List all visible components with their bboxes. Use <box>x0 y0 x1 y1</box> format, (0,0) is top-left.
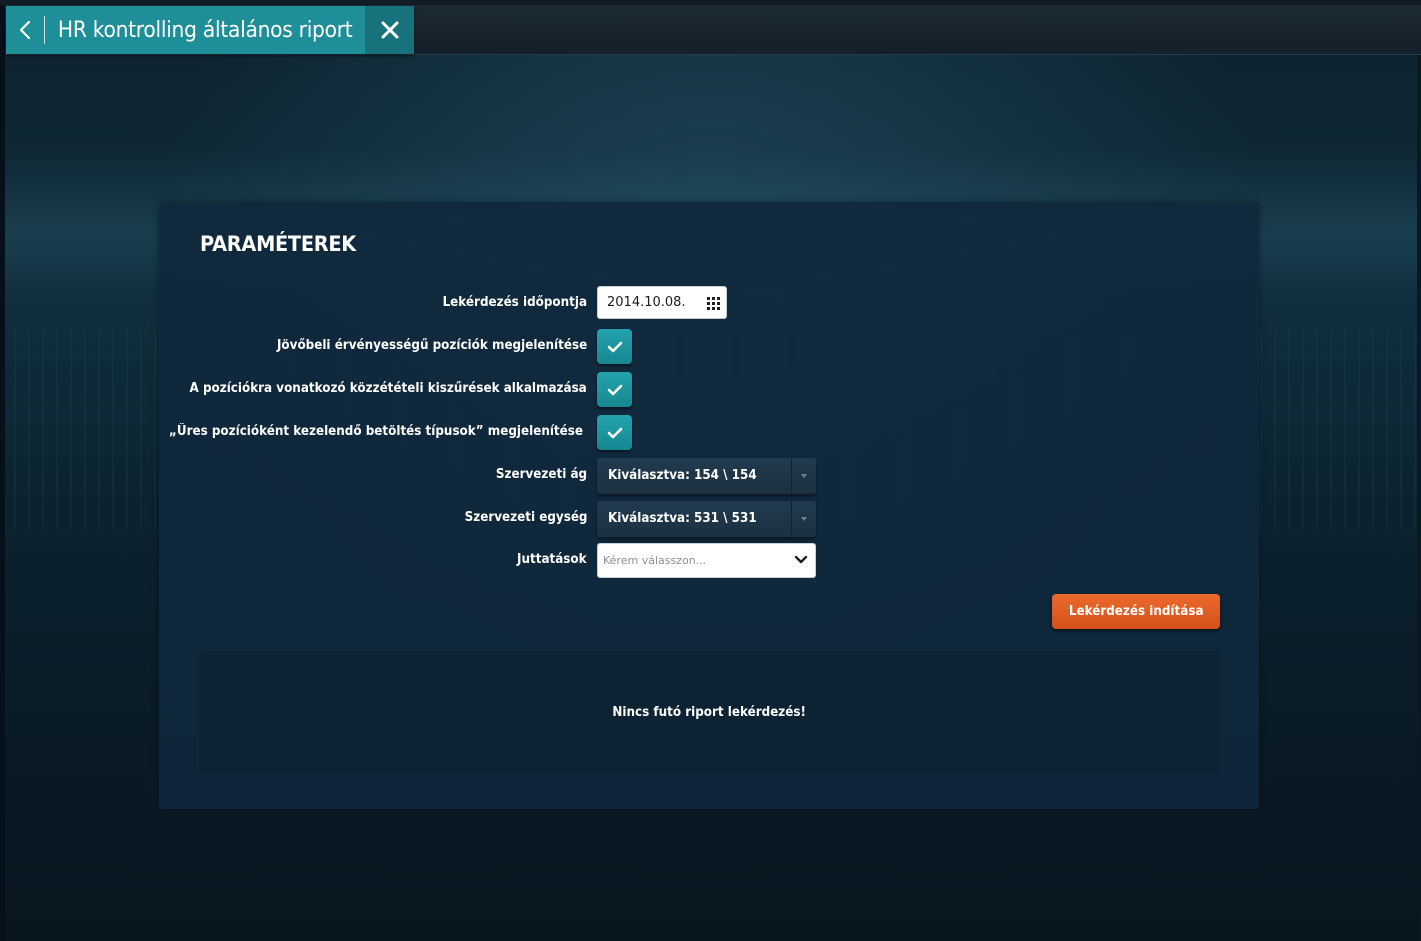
query-date-value: 2014.10.08. <box>607 295 686 310</box>
left-edge <box>0 0 5 941</box>
run-query-button[interactable]: Lekérdezés indítása <box>1052 594 1220 629</box>
chevron-left-icon <box>19 20 31 40</box>
parameters-panel: PARAMÉTEREK Lekérdezés időpontja 2014.10… <box>159 202 1259 809</box>
checkmark-icon <box>607 384 622 395</box>
status-box: Nincs futó riport lekérdezés! <box>199 651 1220 775</box>
status-message-text: Nincs futó riport lekérdezés! <box>612 705 807 720</box>
org-unit-label: Szervezeti egység <box>464 510 587 525</box>
query-date-row: Lekérdezés időpontja 2014.10.08. <box>159 286 1259 320</box>
publication-filters-row: A pozíciókra vonatkozó közzétételi kiszű… <box>159 372 1259 407</box>
query-date-label: Lekérdezés időpontja <box>442 295 587 310</box>
future-positions-row: Jövőbeli érvényességű pozíciók megjelení… <box>159 329 1259 364</box>
empty-position-types-row: „Üres pozícióként kezelendő betöltés típ… <box>159 415 1259 450</box>
report-tab: HR kontrolling általános riport <box>6 6 414 54</box>
chevron-down-icon <box>794 555 808 564</box>
page-title: HR kontrolling általános riport <box>57 17 353 43</box>
panel-title: PARAMÉTEREK <box>200 232 356 256</box>
org-branch-label: Szervezeti ág <box>495 467 587 482</box>
org-unit-caret[interactable] <box>791 501 816 537</box>
back-button[interactable] <box>6 6 44 54</box>
benefits-placeholder: Kérem válasszon... <box>603 554 707 567</box>
publication-filters-label: A pozíciókra vonatkozó közzétételi kiszű… <box>189 381 587 396</box>
publication-filters-checkbox[interactable] <box>597 372 632 407</box>
close-button[interactable] <box>365 6 414 54</box>
benefits-select[interactable]: Kérem válasszon... <box>597 543 816 578</box>
query-date-input[interactable]: 2014.10.08. <box>597 286 727 319</box>
org-unit-row: Szervezeti egység Kiválasztva: 531 \ 531 <box>159 501 1259 537</box>
caret-down-icon <box>801 517 807 521</box>
future-positions-checkbox[interactable] <box>597 329 632 364</box>
close-icon <box>381 21 398 39</box>
org-branch-row: Szervezeti ág Kiválasztva: 154 \ 154 <box>159 458 1259 494</box>
benefits-label: Juttatások <box>517 552 587 567</box>
caret-down-icon <box>801 474 807 478</box>
empty-position-types-checkbox[interactable] <box>597 415 632 450</box>
benefits-row: Juttatások Kérem válasszon... <box>159 543 1259 578</box>
empty-position-types-label: „Üres pozícióként kezelendő betöltés típ… <box>169 424 583 439</box>
checkmark-icon <box>607 341 622 352</box>
right-edge <box>1417 0 1421 941</box>
status-message: Nincs futó riport lekérdezés! <box>199 651 1220 775</box>
org-unit-value: Kiválasztva: 531 \ 531 <box>608 511 757 526</box>
org-branch-value: Kiválasztva: 154 \ 154 <box>608 468 757 483</box>
run-query-label: Lekérdezés indítása <box>1068 604 1204 619</box>
calendar-icon[interactable] <box>707 297 720 310</box>
future-positions-label: Jövőbeli érvényességű pozíciók megjelení… <box>276 338 587 353</box>
org-branch-select[interactable]: Kiválasztva: 154 \ 154 <box>597 458 816 494</box>
org-branch-caret[interactable] <box>791 458 816 494</box>
checkmark-icon <box>607 427 622 438</box>
org-unit-select[interactable]: Kiválasztva: 531 \ 531 <box>597 501 816 537</box>
